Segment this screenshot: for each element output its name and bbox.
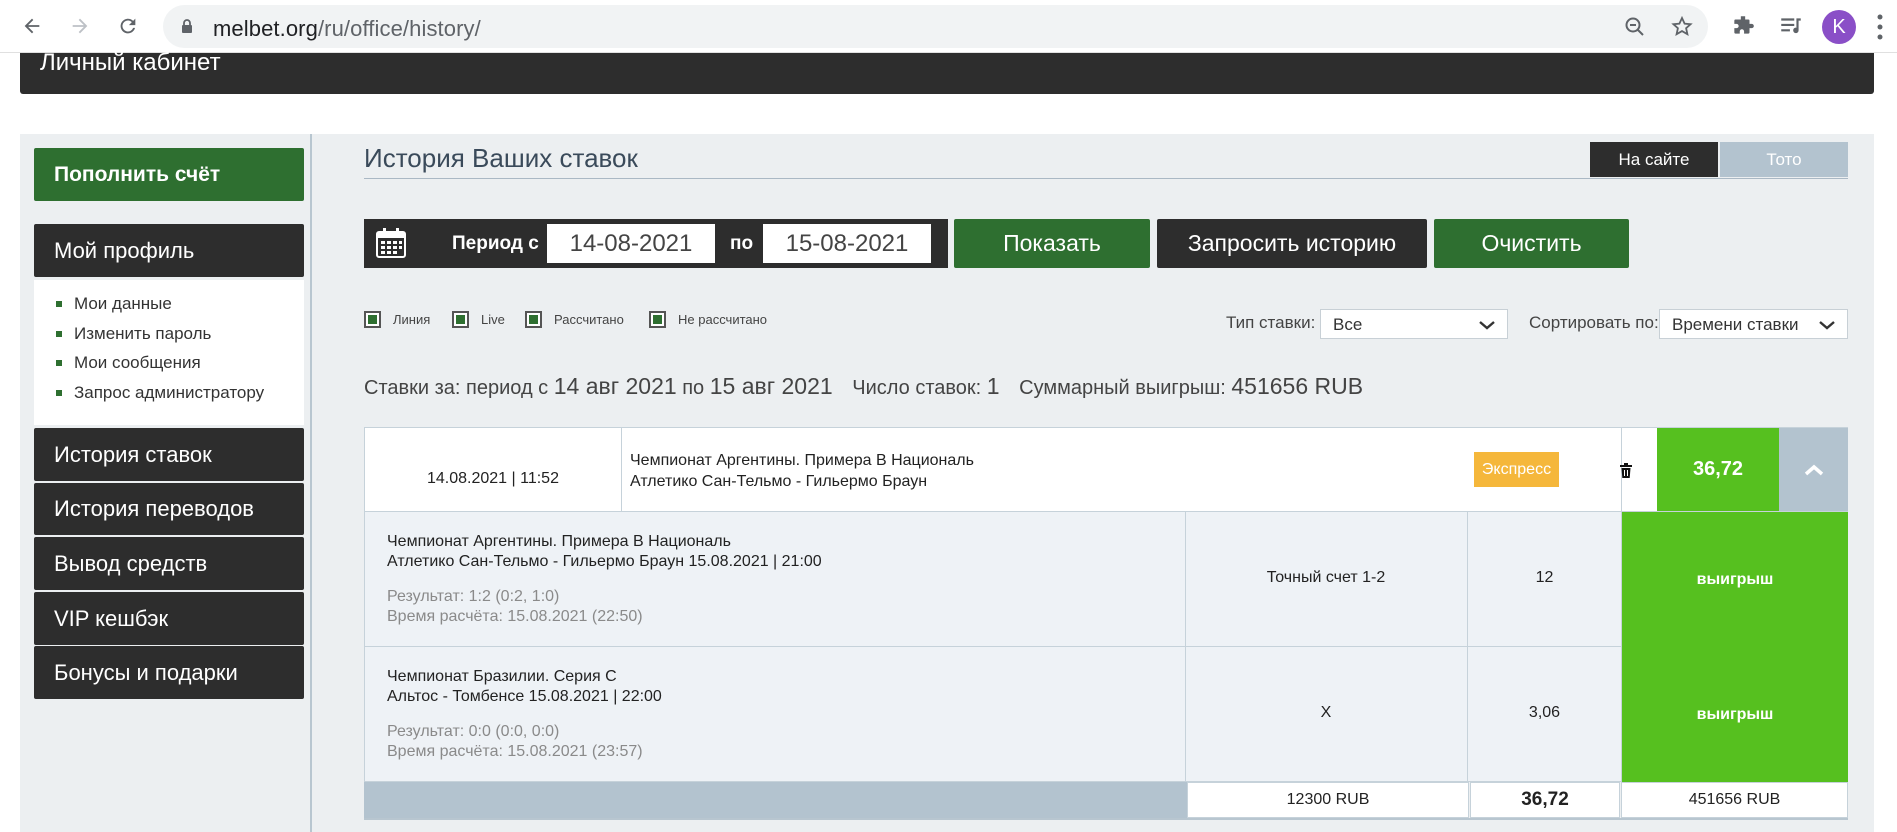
checkbox-checked-icon: [364, 311, 381, 328]
clear-button[interactable]: Очистить: [1434, 219, 1629, 268]
summary-from-date: 14 авг 2021: [553, 373, 677, 399]
forward-arrow-icon: [72, 18, 88, 34]
bet-detail-row: Чемпионат Бразилии. Серия С Альтос - Том…: [364, 647, 1848, 782]
bet-match: Атлетико Сан-Тельмо - Гильермо Браун: [630, 473, 928, 490]
account-header-title: Личный кабинет: [40, 49, 221, 76]
detail-coefficient: 3,06: [1528, 704, 1561, 721]
detail-bet-type: X: [1320, 704, 1332, 721]
sidebar-item-transfer-history[interactable]: История переводов: [34, 483, 304, 535]
address-bar[interactable]: melbet.org/ru/office/history/: [163, 5, 1708, 48]
bet-type-select[interactable]: Все: [1320, 309, 1508, 339]
bet-event: Чемпионат Аргентины. Примера В Националь…: [630, 450, 974, 492]
profile-avatar[interactable]: K: [1822, 10, 1856, 44]
detail-event: Чемпионат Бразилии. Серия С Альтос - Том…: [387, 668, 662, 705]
total-coefficient: 36,72: [1470, 782, 1620, 818]
sort-label: Сортировать по:: [1529, 313, 1659, 332]
sidebar-divider: [310, 134, 312, 832]
trash-icon[interactable]: [1617, 461, 1635, 479]
account-header: Личный кабинет: [20, 49, 1874, 94]
filter-line-checkbox[interactable]: Линия: [364, 311, 430, 328]
bets-summary: Ставки за: период с 14 авг 2021 по 15 ав…: [364, 373, 1364, 399]
total-payout: 451656 RUB: [1621, 782, 1848, 818]
title-divider: [364, 178, 1848, 179]
bet-detail-row: Чемпионат Аргентины. Примера В Националь…: [364, 512, 1848, 647]
table-bottom-border: [364, 818, 1848, 820]
filter-unsettled-checkbox[interactable]: Не рассчитано: [649, 311, 767, 328]
period-from-label: Период с: [452, 233, 539, 254]
period-selector: Период с по: [364, 219, 948, 268]
checkbox-checked-icon: [649, 311, 666, 328]
date-from-input[interactable]: [547, 224, 715, 263]
period-to-label: по: [730, 233, 754, 254]
bet-total-coefficient: 36,72: [1657, 428, 1779, 511]
profile-link-my-data[interactable]: Мои данные: [56, 294, 304, 324]
back-button[interactable]: [15, 9, 49, 43]
date-to-input[interactable]: [763, 224, 931, 263]
chevron-down-icon: [1819, 321, 1835, 330]
bookmark-star-icon[interactable]: [1670, 15, 1694, 39]
filter-settled-checkbox[interactable]: Рассчитано: [525, 311, 624, 328]
totals-row: 12300 RUB 36,72 451656 RUB: [364, 782, 1848, 818]
checkbox-checked-icon: [452, 311, 469, 328]
bet-championship: Чемпионат Аргентины. Примера В Националь: [630, 452, 974, 469]
summary-winnings: 451656 RUB: [1231, 373, 1364, 399]
profile-link-change-password[interactable]: Изменить пароль: [56, 324, 304, 354]
zoom-out-icon[interactable]: [1623, 15, 1647, 39]
sidebar-item-bonuses[interactable]: Бонусы и подарки: [34, 646, 304, 699]
media-queue-icon[interactable]: [1778, 13, 1804, 39]
detail-result: Результат: 1:2 (0:2, 1:0) Время расчёта:…: [387, 588, 643, 625]
forward-button[interactable]: [63, 9, 97, 43]
url-text: melbet.org/ru/office/history/: [213, 16, 481, 41]
calendar-icon[interactable]: [374, 226, 408, 260]
tab-toto[interactable]: Тото: [1720, 142, 1848, 177]
profile-link-messages[interactable]: Мои сообщения: [56, 353, 304, 383]
bet-type-badge: Экспресс: [1474, 452, 1559, 487]
bet-datetime: 14.08.2021 | 11:52: [427, 470, 559, 487]
detail-coefficient: 12: [1535, 569, 1554, 586]
sort-select[interactable]: Времени ставки: [1659, 309, 1848, 339]
summary-bet-count: 1: [986, 373, 1000, 399]
deposit-button[interactable]: Пополнить счёт: [34, 148, 304, 201]
profile-link-admin-request[interactable]: Запрос администратору: [56, 383, 304, 413]
request-history-button[interactable]: Запросить историю: [1157, 219, 1427, 268]
sidebar-item-bet-history[interactable]: История ставок: [34, 428, 304, 481]
reload-button[interactable]: [111, 9, 145, 43]
bet-row[interactable]: 14.08.2021 | 11:52 Чемпионат Аргентины. …: [364, 427, 1848, 512]
detail-bet-type: Точный счет 1-2: [1266, 569, 1386, 586]
bet-type-label: Тип ставки:: [1226, 313, 1316, 332]
tab-on-site[interactable]: На сайте: [1590, 142, 1718, 177]
sidebar-item-my-profile[interactable]: Мой профиль: [34, 224, 304, 277]
sidebar-item-vip-cashback[interactable]: VIP кешбэк: [34, 592, 304, 645]
detail-result: Результат: 0:0 (0:0, 0:0) Время расчёта:…: [387, 723, 643, 760]
checkbox-checked-icon: [525, 311, 542, 328]
browser-toolbar: melbet.org/ru/office/history/ K: [0, 0, 1897, 53]
collapse-button[interactable]: [1779, 428, 1848, 511]
chevron-down-icon: [1479, 321, 1495, 330]
back-arrow-icon: [24, 18, 40, 34]
detail-status-badge: выигрыш: [1622, 512, 1848, 647]
extensions-puzzle-icon[interactable]: [1730, 13, 1756, 39]
page-title: История Ваших ставок: [364, 143, 638, 173]
filter-live-checkbox[interactable]: Live: [452, 311, 505, 328]
total-stake: 12300 RUB: [1187, 782, 1469, 818]
chevron-up-icon: [1804, 464, 1823, 475]
sidebar-item-withdraw[interactable]: Вывод средств: [34, 537, 304, 590]
summary-to-date: 15 авг 2021: [709, 373, 833, 399]
show-button[interactable]: Показать: [954, 219, 1150, 268]
detail-event: Чемпионат Аргентины. Примера В Националь…: [387, 533, 822, 570]
reload-icon: [120, 18, 136, 34]
profile-links-list: Мои данные Изменить пароль Мои сообщения…: [34, 280, 304, 425]
lock-icon: [182, 19, 192, 33]
browser-menu-icon[interactable]: [1877, 14, 1883, 40]
detail-status-badge: выигрыш: [1622, 647, 1848, 782]
totals-spacer: [364, 782, 1187, 818]
